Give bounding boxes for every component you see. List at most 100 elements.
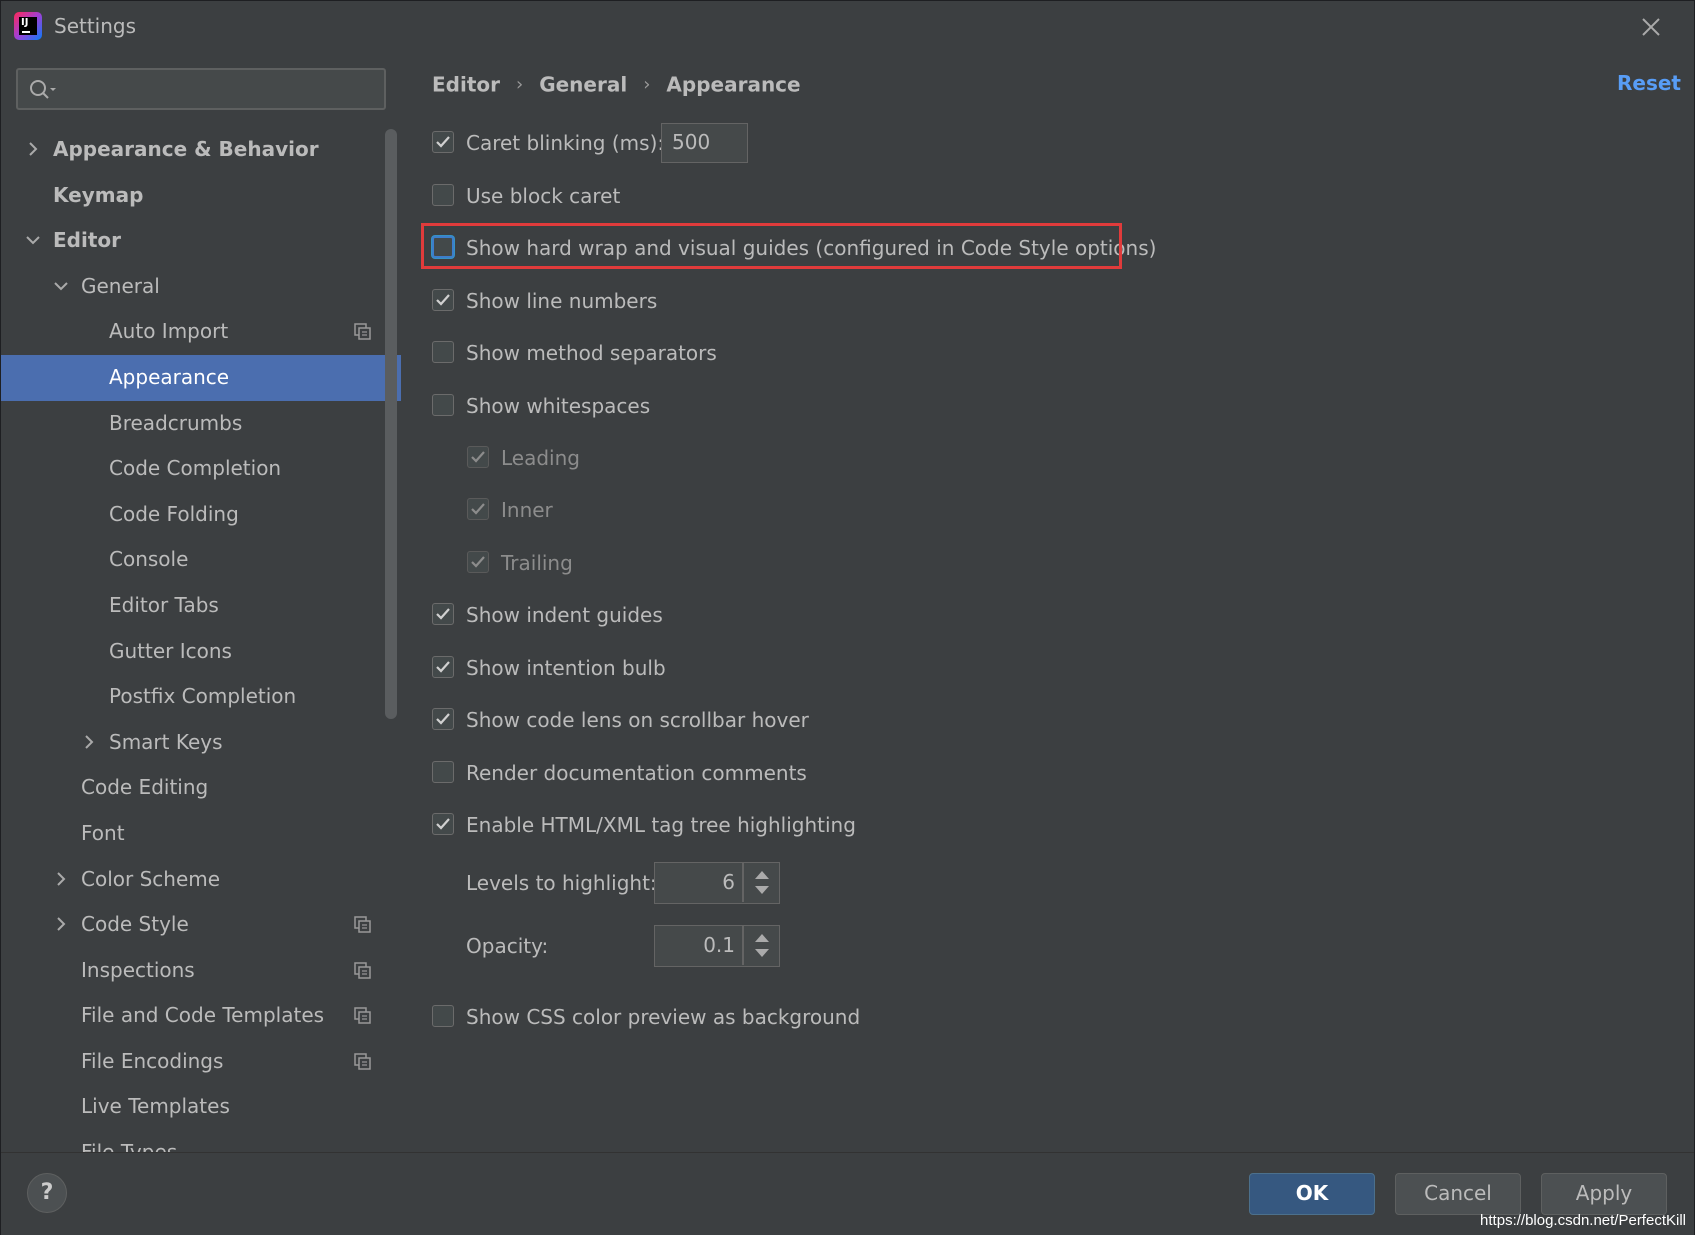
sidebar-item-postfix-completion[interactable]: Postfix Completion [1, 674, 401, 720]
checkmark-icon [436, 661, 450, 673]
render-docs-checkbox[interactable] [432, 761, 454, 783]
sidebar-item-label: Console [109, 547, 189, 572]
checkmark-icon [436, 294, 450, 306]
breadcrumb-appearance: Appearance [666, 72, 801, 97]
spinner-up-icon[interactable] [754, 870, 770, 880]
caret-blinking-label: Caret blinking (ms): [466, 131, 665, 155]
sidebar-item-label: Inspections [81, 957, 195, 982]
sidebar-item-editor[interactable]: Editor [1, 218, 401, 264]
tag-tree-checkbox[interactable] [432, 813, 454, 835]
sidebar-item-code-completion[interactable]: Code Completion [1, 446, 401, 492]
sidebar-item-color-scheme[interactable]: Color Scheme [1, 857, 401, 903]
chevron-right-icon[interactable] [25, 141, 41, 157]
ok-button[interactable]: OK [1249, 1173, 1375, 1215]
sidebar-item-gutter-icons[interactable]: Gutter Icons [1, 629, 401, 675]
sidebar-item-label: File Encodings [81, 1048, 224, 1073]
sidebar-item-label: Keymap [53, 182, 144, 207]
project-settings-icon [354, 1053, 371, 1070]
caret-blinking-input[interactable]: 500 [661, 123, 748, 163]
reset-link[interactable]: Reset [1617, 71, 1681, 95]
watermark: https://blog.csdn.net/PerfectKill [1480, 1212, 1686, 1229]
title-bar: IJ Settings [1, 1, 1694, 51]
close-button[interactable] [1635, 11, 1667, 43]
sidebar-item-label: File and Code Templates [81, 1003, 325, 1028]
sidebar-item-label: Postfix Completion [109, 684, 297, 709]
chevron-down-icon[interactable] [25, 232, 41, 248]
sidebar-item-editor-tabs[interactable]: Editor Tabs [1, 583, 401, 629]
sidebar-item-keymap[interactable]: Keymap [1, 173, 401, 219]
spinner-down-icon[interactable] [754, 885, 770, 895]
sidebar-item-breadcrumbs[interactable]: Breadcrumbs [1, 401, 401, 447]
method-separators-checkbox[interactable] [432, 341, 454, 363]
sidebar-item-font[interactable]: Font [1, 811, 401, 857]
sidebar-item-file-and-code-templates[interactable]: File and Code Templates [1, 993, 401, 1039]
search-box[interactable] [16, 68, 386, 110]
indent-guides-checkbox[interactable] [432, 603, 454, 625]
trailing-label: Trailing [501, 551, 573, 575]
spinner-down-icon[interactable] [754, 948, 770, 958]
block-caret-checkbox[interactable] [432, 184, 454, 206]
sidebar-item-file-types[interactable]: File Types [1, 1130, 401, 1152]
levels-spinner[interactable]: 6 [654, 862, 780, 904]
sidebar-item-label: Auto Import [109, 319, 229, 344]
sidebar-item-label: Appearance [109, 364, 230, 389]
leading-checkbox[interactable] [467, 446, 489, 468]
help-button[interactable]: ? [27, 1173, 67, 1213]
opacity-spinner[interactable]: 0.1 [654, 925, 780, 967]
checkmark-icon [436, 608, 450, 620]
caret-blinking-checkbox[interactable] [432, 131, 454, 153]
whitespaces-checkbox[interactable] [432, 394, 454, 416]
cancel-button[interactable]: Cancel [1395, 1173, 1521, 1215]
window-title: Settings [54, 14, 137, 38]
project-settings-icon [354, 323, 371, 341]
checkmark-icon [436, 713, 450, 725]
sidebar-item-code-folding[interactable]: Code Folding [1, 492, 401, 538]
sidebar-scrollbar[interactable] [385, 129, 397, 719]
spinner-up-icon[interactable] [754, 933, 770, 943]
sidebar-item-console[interactable]: Console [1, 537, 401, 583]
search-input[interactable] [64, 74, 378, 106]
chevron-right-icon[interactable] [81, 734, 97, 750]
dialog-footer: ? OK Cancel Apply https://blog.csdn.net/… [1, 1152, 1694, 1235]
block-caret-label: Use block caret [466, 184, 621, 208]
sidebar-item-label: Color Scheme [81, 866, 221, 891]
sidebar-item-appearance[interactable]: Appearance [1, 354, 401, 401]
sidebar-item-label: Gutter Icons [109, 638, 232, 663]
sidebar-item-code-editing[interactable]: Code Editing [1, 765, 401, 811]
chevron-right-icon: › [516, 74, 524, 95]
sidebar-item-auto-import[interactable]: Auto Import [1, 309, 401, 355]
code-lens-label: Show code lens on scrollbar hover [466, 708, 809, 732]
checkmark-icon [436, 818, 450, 830]
sidebar-item-inspections[interactable]: Inspections [1, 948, 401, 994]
checkmark-icon [471, 556, 485, 568]
line-numbers-label: Show line numbers [466, 289, 658, 313]
sidebar-item-label: Code Editing [81, 775, 209, 800]
sidebar-item-label: Code Folding [109, 501, 239, 526]
project-settings-icon [354, 961, 371, 979]
settings-tree: Appearance & Behavior Keymap Editor General… [1, 127, 401, 1152]
appearance-panel: Editor › General › Appearance Reset Caret bl… [401, 51, 1694, 1152]
sidebar-item-label: Live Templates [81, 1094, 230, 1119]
sidebar-item-smart-keys[interactable]: Smart Keys [1, 720, 401, 766]
inner-label: Inner [501, 498, 553, 522]
project-settings-icon [354, 916, 371, 933]
sidebar-item-file-encodings[interactable]: File Encodings [1, 1039, 401, 1085]
code-lens-checkbox[interactable] [432, 708, 454, 730]
app-logo-text: IJ [19, 17, 37, 35]
chevron-down-icon[interactable] [53, 278, 69, 294]
intention-bulb-checkbox[interactable] [432, 656, 454, 678]
css-preview-checkbox[interactable] [432, 1005, 454, 1027]
chevron-right-icon[interactable] [53, 916, 69, 932]
sidebar-item-appearance-behavior[interactable]: Appearance & Behavior [1, 127, 401, 173]
sidebar-item-live-templates[interactable]: Live Templates [1, 1084, 401, 1130]
chevron-right-icon[interactable] [53, 871, 69, 887]
checkmark-icon [471, 503, 485, 515]
inner-checkbox[interactable] [467, 498, 489, 520]
settings-sidebar: Appearance & Behavior Keymap Editor General… [1, 51, 401, 1152]
sidebar-item-code-style[interactable]: Code Style [1, 902, 401, 948]
apply-button[interactable]: Apply [1541, 1173, 1667, 1215]
trailing-checkbox[interactable] [467, 551, 489, 573]
sidebar-item-general[interactable]: General [1, 264, 401, 310]
line-numbers-checkbox[interactable] [432, 289, 454, 311]
sidebar-item-label: Code Style [81, 912, 189, 937]
